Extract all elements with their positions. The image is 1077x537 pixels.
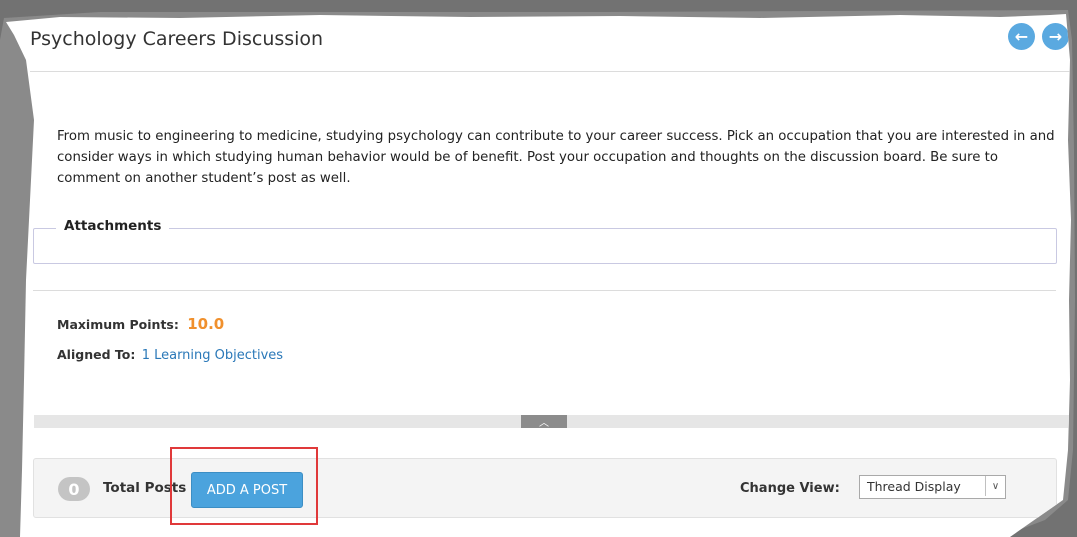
max-points-value: 10.0 [187,315,225,333]
page-title: Psychology Careers Discussion [30,28,324,50]
discussion-page: Psychology Careers Discussion ← → From m… [6,14,1071,537]
next-button[interactable]: → [1042,23,1069,50]
collapse-toggle[interactable]: ︿ [521,415,567,429]
arrow-right-icon: → [1048,27,1063,46]
change-view-label: Change View: [740,481,840,496]
view-select[interactable]: Thread Display ∨ [859,475,1006,499]
arrow-left-icon: ← [1014,27,1029,46]
aligned-label: Aligned To: [57,347,136,362]
chevron-down-icon[interactable]: ∨ [985,476,1005,496]
learning-objectives-link[interactable]: 1 Learning Objectives [142,348,283,363]
previous-button[interactable]: ← [1008,23,1035,50]
max-points-row: Maximum Points: 10.0 [57,315,224,333]
max-points-label: Maximum Points: [57,317,179,332]
highlight-box [170,447,318,525]
post-count-badge: 0 [58,477,90,501]
attachments-legend: Attachments [56,218,170,234]
chevron-up-icon: ︿ [539,418,549,429]
header-divider [30,71,1070,72]
aligned-row: Aligned To: 1 Learning Objectives [57,347,283,363]
discussion-description: From music to engineering to medicine, s… [57,129,1055,186]
view-select-value: Thread Display [867,479,961,494]
meta-divider [33,290,1056,291]
attachments-box [33,228,1057,264]
